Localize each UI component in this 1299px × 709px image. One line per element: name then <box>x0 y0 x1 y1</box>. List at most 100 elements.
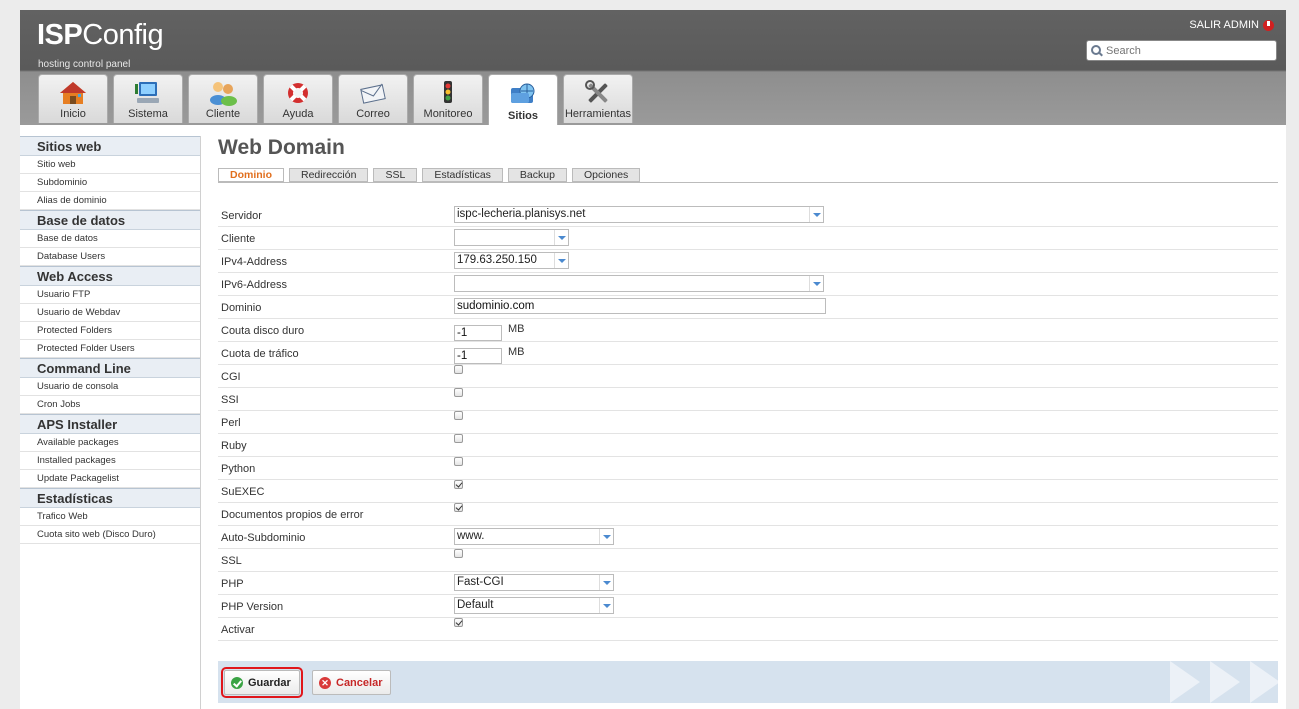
sidebar-item-available-packages[interactable]: Available packages <box>20 434 200 452</box>
form-row-cuota-trafico: Cuota de tráfico -1 MB <box>218 342 1278 365</box>
sidebar-item-subdominio[interactable]: Subdominio <box>20 174 200 192</box>
ruby-checkbox[interactable] <box>454 434 463 443</box>
content-tabs: Dominio Redirección SSL Estadísticas Bac… <box>218 168 641 182</box>
sidebar-item-update-packagelist[interactable]: Update Packagelist <box>20 470 200 488</box>
form-row-cuota-disco: Couta disco duro -1 MB <box>218 319 1278 342</box>
form-row-perl: Perl <box>218 411 1278 434</box>
tab-monitoreo[interactable]: Monitoreo <box>413 74 483 123</box>
cuota-trafico-input[interactable]: -1 <box>454 348 502 364</box>
chevron-down-icon <box>809 207 823 222</box>
logout-link[interactable]: SALIR ADMIN <box>1189 19 1274 31</box>
tab-estadisticas[interactable]: Estadísticas <box>422 168 503 182</box>
tools-icon <box>585 80 608 103</box>
form-row-ssl: SSL <box>218 549 1278 572</box>
decor-chevron <box>1170 661 1200 703</box>
tab-sitios[interactable]: Sitios <box>488 74 558 125</box>
auto-subdomain-select[interactable]: www. <box>454 528 614 545</box>
sidebar-item-database-users[interactable]: Database Users <box>20 248 200 266</box>
form-row-ssi: SSI <box>218 388 1278 411</box>
errordocs-checkbox[interactable] <box>454 503 463 512</box>
activar-checkbox[interactable] <box>454 618 463 627</box>
sidebar-item-cuota-sitio-web[interactable]: Cuota sito web (Disco Duro) <box>20 526 200 544</box>
chevron-down-icon <box>554 230 568 245</box>
tab-cliente[interactable]: Cliente <box>188 74 258 123</box>
sidebar-item-installed-packages[interactable]: Installed packages <box>20 452 200 470</box>
chevron-down-icon <box>809 276 823 291</box>
search-box[interactable] <box>1086 40 1277 61</box>
form-row-auto-subdomain: Auto-Subdominio www. <box>218 526 1278 549</box>
sidebar-item-protected-folder-users[interactable]: Protected Folder Users <box>20 340 200 358</box>
ssi-checkbox[interactable] <box>454 388 463 397</box>
envelope-icon <box>360 83 386 104</box>
php-version-select[interactable]: Default <box>454 597 614 614</box>
sidebar-item-usuario-ftp[interactable]: Usuario FTP <box>20 286 200 304</box>
search-input[interactable] <box>1106 44 1266 57</box>
sidebar-item-trafico-web[interactable]: Trafico Web <box>20 508 200 526</box>
tab-opciones[interactable]: Opciones <box>571 168 641 182</box>
sidebar-section-title: Base de datos <box>20 210 200 230</box>
check-circle-icon <box>231 676 243 689</box>
suexec-checkbox[interactable] <box>454 480 463 489</box>
perl-checkbox[interactable] <box>454 411 463 420</box>
form-row-ipv6: IPv6-Address <box>218 273 1278 296</box>
tab-redireccion[interactable]: Redirección <box>289 168 369 182</box>
ssl-checkbox[interactable] <box>454 549 463 558</box>
tab-correo[interactable]: Correo <box>338 74 408 123</box>
form-row-activar: Activar <box>218 618 1278 641</box>
cuota-disco-input[interactable]: -1 <box>454 325 502 341</box>
sidebar-section-title: Command Line <box>20 358 200 378</box>
web-domain-form: Servidor ispc-lecheria.planisys.net Clie… <box>218 204 1278 641</box>
tab-ayuda[interactable]: Ayuda <box>263 74 333 123</box>
python-checkbox[interactable] <box>454 457 463 466</box>
sidebar-item-base-datos[interactable]: Base de datos <box>20 230 200 248</box>
lifebuoy-icon <box>288 83 308 103</box>
sidebar-item-protected-folders[interactable]: Protected Folders <box>20 322 200 340</box>
globe-folder-icon <box>511 83 535 103</box>
form-row-servidor: Servidor ispc-lecheria.planisys.net <box>218 204 1278 227</box>
cliente-select[interactable] <box>454 229 569 246</box>
sidebar-section-title: APS Installer <box>20 414 200 434</box>
chevron-down-icon <box>599 575 613 590</box>
home-icon <box>60 82 86 104</box>
form-row-cliente: Cliente <box>218 227 1278 250</box>
sidebar-section-title: Estadísticas <box>20 488 200 508</box>
ipv4-select[interactable]: 179.63.250.150 <box>454 252 569 269</box>
form-row-php-version: PHP Version Default <box>218 595 1278 618</box>
tagline: hosting control panel <box>38 59 131 70</box>
computer-icon <box>135 82 159 103</box>
decor-chevron <box>1250 661 1278 703</box>
tab-sistema[interactable]: Sistema <box>113 74 183 123</box>
form-row-ipv4: IPv4-Address 179.63.250.150 <box>218 250 1278 273</box>
cancel-circle-icon: ✕ <box>319 676 331 689</box>
sidebar-divider <box>200 136 201 709</box>
chevron-down-icon <box>554 253 568 268</box>
ipv6-select[interactable] <box>454 275 824 292</box>
traffic-light-icon <box>444 81 452 103</box>
form-row-cgi: CGI <box>218 365 1278 388</box>
tab-backup[interactable]: Backup <box>507 168 567 182</box>
sidebar-item-alias-dominio[interactable]: Alias de dominio <box>20 192 200 210</box>
sidebar-item-cron-jobs[interactable]: Cron Jobs <box>20 396 200 414</box>
servidor-select[interactable]: ispc-lecheria.planisys.net <box>454 206 824 223</box>
dominio-input[interactable]: sudominio.com <box>454 298 826 314</box>
form-row-php: PHP Fast-CGI <box>218 572 1278 595</box>
logo: ISPConfig <box>37 19 164 51</box>
decor-chevron <box>1210 661 1240 703</box>
sidebar-item-usuario-webdav[interactable]: Usuario de Webdav <box>20 304 200 322</box>
tab-ssl[interactable]: SSL <box>373 168 418 182</box>
button-bar: Guardar ✕ Cancelar <box>218 661 1278 703</box>
chevron-down-icon <box>599 598 613 613</box>
sidebar-item-usuario-consola[interactable]: Usuario de consola <box>20 378 200 396</box>
search-icon <box>1091 45 1102 56</box>
form-row-dominio: Dominio sudominio.com <box>218 296 1278 319</box>
sidebar-item-sitio-web[interactable]: Sitio web <box>20 156 200 174</box>
tab-herramientas[interactable]: Herramientas <box>563 74 633 123</box>
cgi-checkbox[interactable] <box>454 365 463 374</box>
php-select[interactable]: Fast-CGI <box>454 574 614 591</box>
app-frame: ISPConfig hosting control panel SALIR AD… <box>20 10 1286 709</box>
tab-inicio[interactable]: Inicio <box>38 74 108 123</box>
save-button[interactable]: Guardar <box>221 667 303 698</box>
tab-dominio[interactable]: Dominio <box>218 168 284 182</box>
cancel-button[interactable]: ✕ Cancelar <box>312 670 392 695</box>
users-icon <box>210 82 237 106</box>
